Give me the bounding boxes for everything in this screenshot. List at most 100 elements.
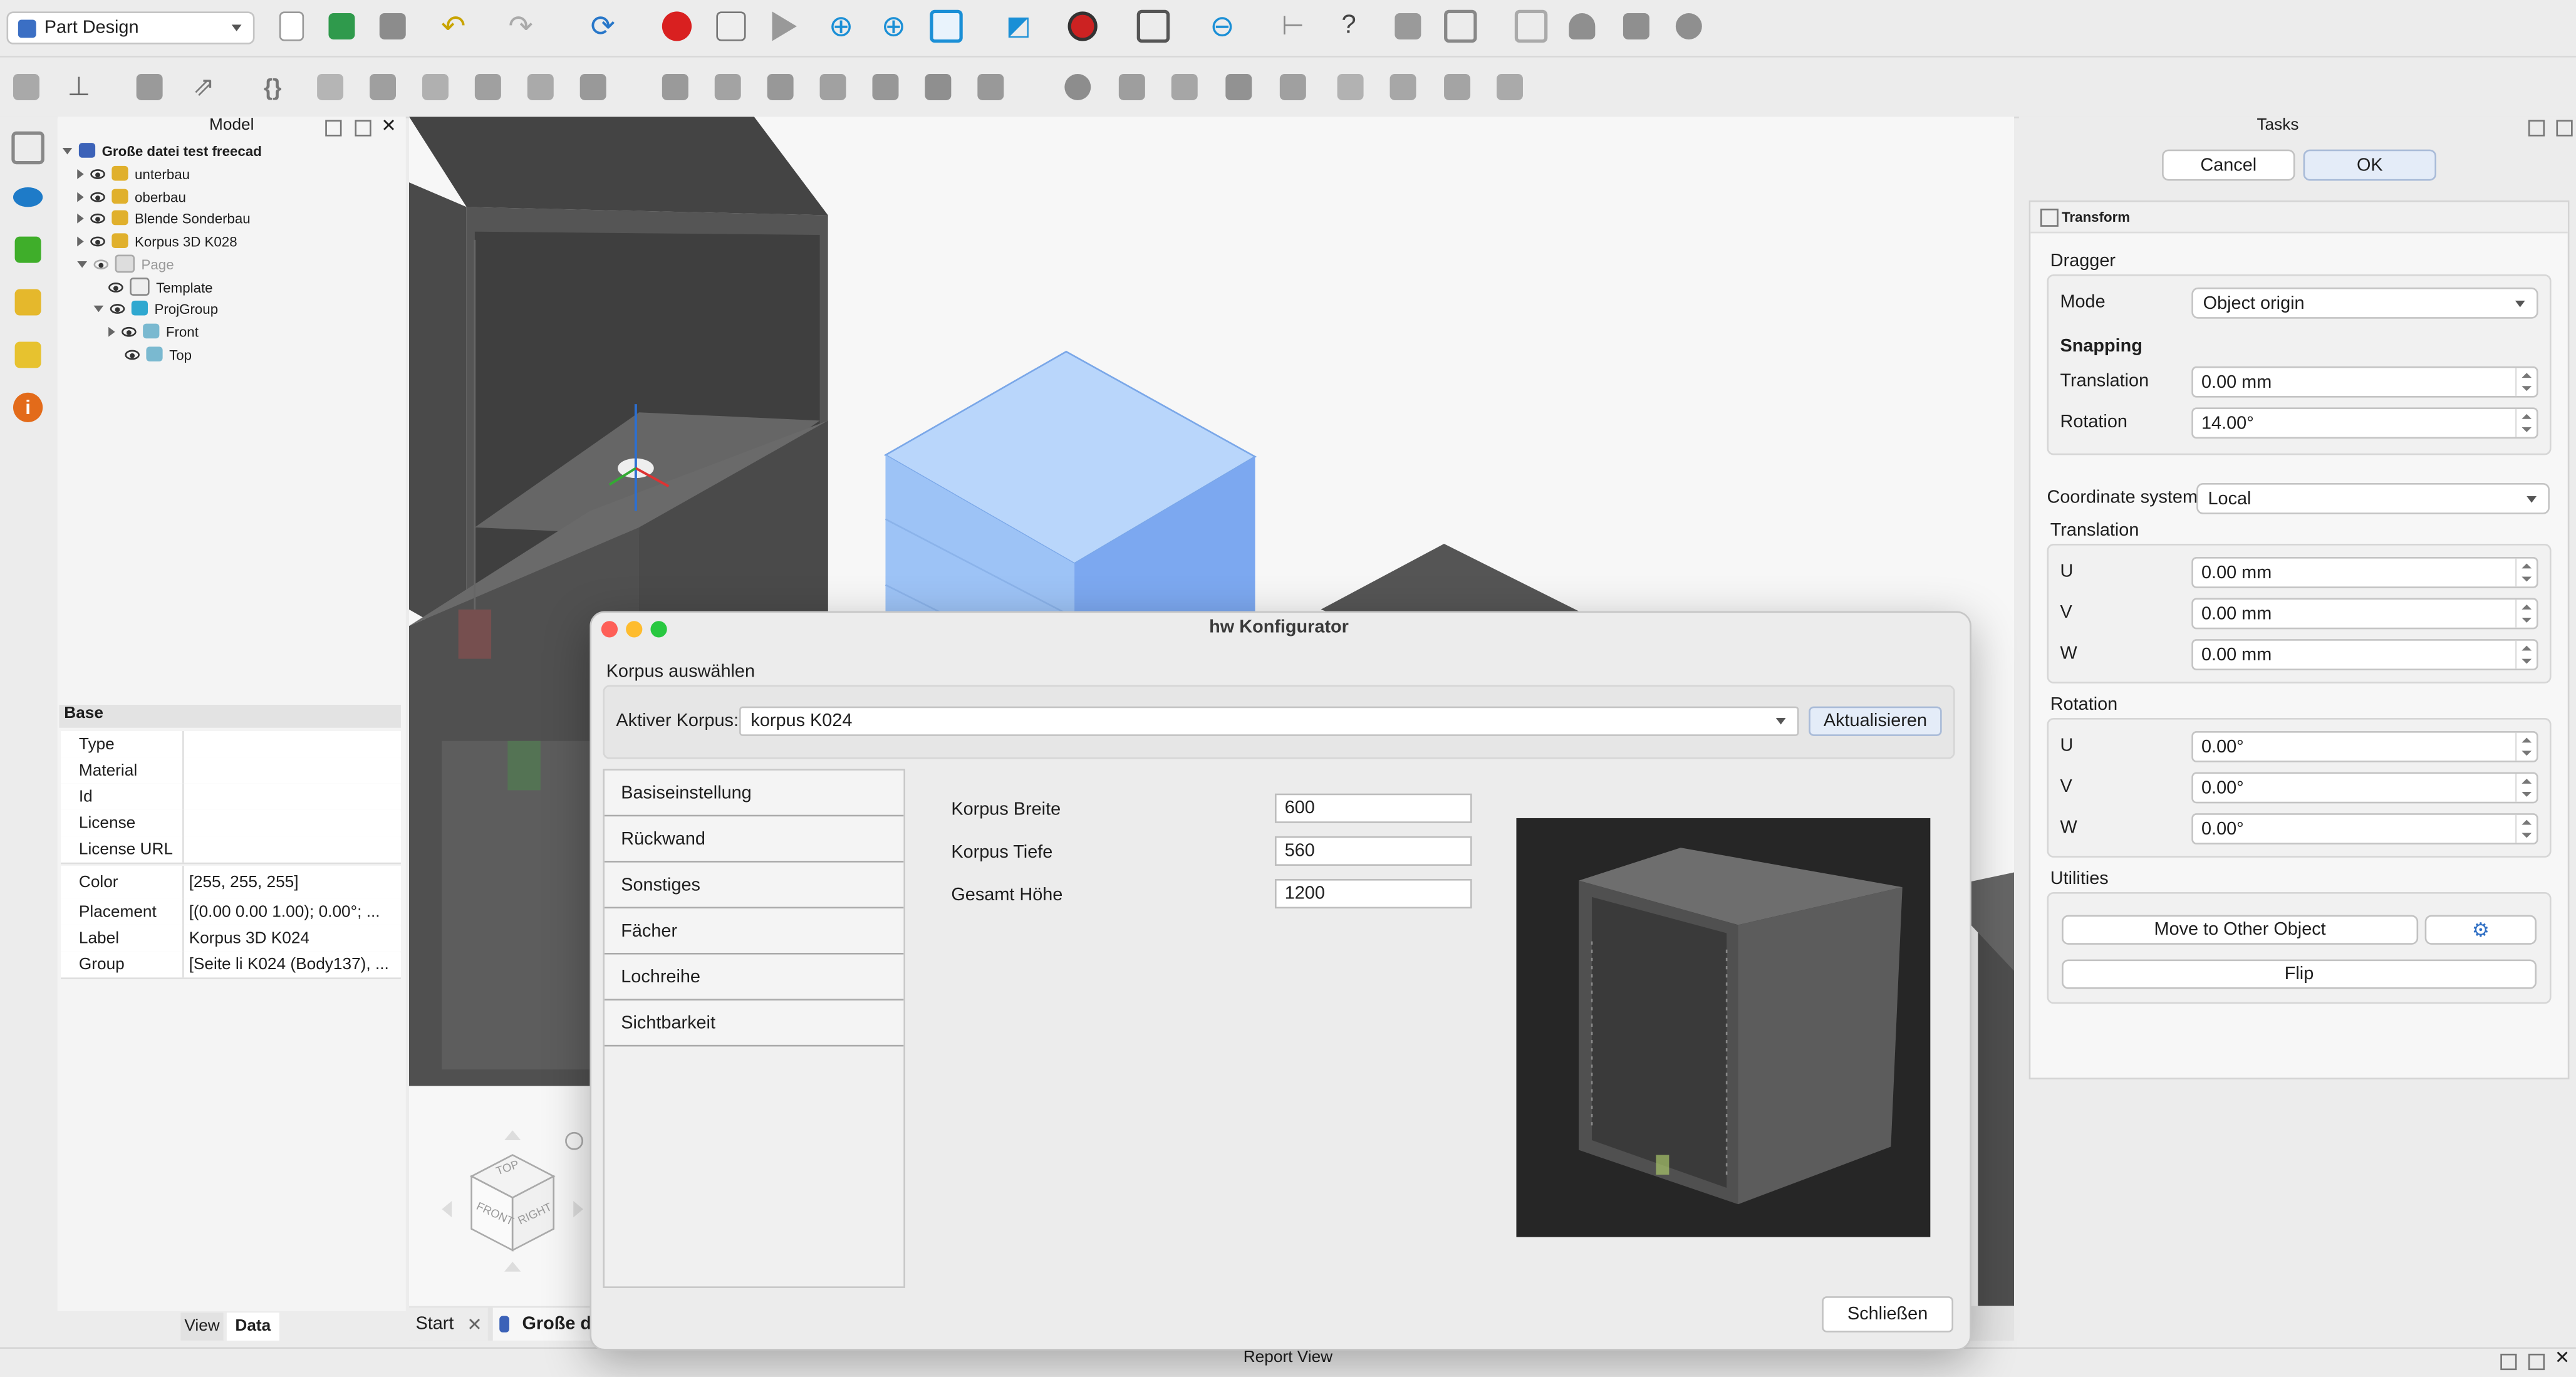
groove-icon[interactable] bbox=[1166, 69, 1203, 105]
measure-distance-icon[interactable]: ⊢ bbox=[1275, 8, 1311, 44]
refresh-icon[interactable]: ⟳ bbox=[585, 8, 621, 44]
property-row[interactable]: Color [255, 255, 255] bbox=[61, 866, 401, 901]
property-value[interactable]: [(0.00 0.00 1.00); 0.00°; ... bbox=[184, 903, 380, 921]
fit-selection-icon[interactable]: ⊕ bbox=[876, 8, 912, 44]
measure-icon[interactable]: ◩ bbox=[1000, 8, 1037, 44]
run-macro-icon[interactable] bbox=[766, 8, 802, 44]
tree-item-top[interactable]: Top bbox=[125, 343, 192, 365]
rotation-w-input[interactable]: 0.00° bbox=[2191, 813, 2538, 844]
additive-primitive-icon[interactable] bbox=[920, 69, 957, 105]
datum-icon[interactable]: ⊥ bbox=[61, 69, 97, 105]
rotation-v-input[interactable]: 0.00° bbox=[2191, 772, 2538, 804]
report-float-icon[interactable] bbox=[2528, 1353, 2545, 1371]
tree-item-projgroup[interactable]: ProjGroup bbox=[93, 298, 218, 319]
tree-item-page[interactable]: Page bbox=[77, 253, 174, 274]
tab-data[interactable]: Data bbox=[226, 1312, 279, 1341]
gesamt-hoehe-input[interactable]: 1200 bbox=[1274, 878, 1472, 909]
local-cs-icon[interactable] bbox=[575, 69, 611, 105]
property-row[interactable]: Placement [(0.00 0.00 1.00); 0.00°; ... bbox=[61, 898, 401, 927]
animal-icon[interactable] bbox=[1618, 8, 1654, 44]
hole-icon[interactable] bbox=[1114, 69, 1150, 105]
report-close-icon[interactable]: ✕ bbox=[2555, 1347, 2570, 1368]
undo-icon[interactable]: ↶ bbox=[435, 8, 472, 44]
redo-icon[interactable]: ↷ bbox=[502, 8, 539, 44]
settings-button[interactable]: ⚙ bbox=[2424, 915, 2537, 945]
dialog-tab[interactable]: Basiseinstellung bbox=[605, 770, 904, 817]
property-row[interactable]: Label Korpus 3D K024 bbox=[61, 925, 401, 953]
pocket-icon[interactable] bbox=[1059, 69, 1096, 105]
coordinate-system-select[interactable]: Local bbox=[2196, 482, 2550, 514]
translation-v-input[interactable]: 0.00 mm bbox=[2191, 598, 2538, 630]
macro-editor-icon[interactable] bbox=[713, 8, 749, 44]
info-icon[interactable]: i bbox=[10, 390, 46, 426]
save-icon[interactable] bbox=[375, 8, 411, 44]
clone-icon[interactable] bbox=[470, 69, 506, 105]
additive-box-icon[interactable] bbox=[972, 69, 1009, 105]
property-row[interactable]: Type bbox=[61, 730, 401, 759]
dialog-tab[interactable]: Sichtbarkeit bbox=[605, 1000, 904, 1047]
float-icon[interactable] bbox=[355, 120, 371, 137]
dock-icon[interactable] bbox=[325, 120, 342, 137]
property-row[interactable]: License URL bbox=[61, 836, 401, 865]
person-icon[interactable] bbox=[1564, 8, 1601, 44]
tree-item-korpus[interactable]: Korpus 3D K028 bbox=[77, 230, 237, 251]
property-row[interactable]: License bbox=[61, 809, 401, 838]
tree-item-unterbau[interactable]: unterbau bbox=[77, 163, 190, 184]
group-icon[interactable] bbox=[1513, 8, 1549, 44]
body-icon[interactable] bbox=[8, 69, 44, 105]
tasks-dock-icon[interactable] bbox=[2528, 120, 2545, 137]
revolution-icon[interactable] bbox=[710, 69, 746, 105]
pad-icon[interactable] bbox=[657, 69, 693, 105]
tree-item-blende[interactable]: Blende Sonderbau bbox=[77, 207, 251, 228]
whats-this-icon[interactable]: ? bbox=[1331, 8, 1367, 44]
tree-item-oberbau[interactable]: oberbau bbox=[77, 185, 186, 207]
part-icon[interactable] bbox=[1390, 8, 1426, 44]
subshape-icon[interactable] bbox=[417, 69, 454, 105]
tree-item-template[interactable]: Template bbox=[108, 276, 213, 298]
tasks-float-icon[interactable] bbox=[2556, 120, 2573, 137]
report-dock-icon[interactable] bbox=[2500, 1353, 2517, 1371]
aktualisieren-button[interactable]: Aktualisieren bbox=[1809, 706, 1942, 736]
zoom-icon[interactable]: ⊖ bbox=[1204, 8, 1240, 44]
chamfer-icon[interactable] bbox=[1385, 69, 1421, 105]
property-value[interactable]: [255, 255, 255] bbox=[184, 873, 299, 891]
property-row[interactable]: Id bbox=[61, 783, 401, 812]
mode-select[interactable]: Object origin bbox=[2191, 287, 2538, 319]
view-icon[interactable] bbox=[10, 179, 46, 216]
korpus-preview[interactable] bbox=[1516, 818, 1931, 1237]
bounding-box-icon[interactable] bbox=[1135, 8, 1171, 44]
tab-document[interactable]: Große d bbox=[492, 1307, 592, 1341]
tab-start[interactable]: Start ✕ bbox=[408, 1307, 488, 1341]
fillet-icon[interactable] bbox=[1332, 69, 1369, 105]
subtractive-pipe-icon[interactable] bbox=[1275, 69, 1311, 105]
property-row[interactable]: Material bbox=[61, 757, 401, 786]
thumb-icon[interactable] bbox=[10, 232, 46, 268]
expression-icon[interactable]: {} bbox=[254, 69, 291, 105]
tree-root[interactable]: Große datei test freecad bbox=[62, 140, 262, 161]
fit-all-icon[interactable]: ⊕ bbox=[823, 8, 860, 44]
draw-style-icon[interactable] bbox=[1064, 8, 1101, 44]
datum-plane-icon[interactable] bbox=[522, 69, 559, 105]
dialog-tab[interactable]: Lochreihe bbox=[605, 954, 904, 1001]
mirrored-icon[interactable] bbox=[1439, 69, 1475, 105]
ok-button[interactable]: OK bbox=[2303, 149, 2437, 181]
open-document-icon[interactable] bbox=[324, 8, 360, 44]
record-macro-icon[interactable] bbox=[659, 8, 695, 44]
navcube-menu-icon[interactable] bbox=[565, 1131, 583, 1150]
isometric-view-icon[interactable] bbox=[928, 8, 965, 44]
shape-binder-icon[interactable] bbox=[365, 69, 401, 105]
loft-icon[interactable] bbox=[762, 69, 799, 105]
spreadsheet-icon[interactable] bbox=[10, 337, 46, 373]
rotation-u-input[interactable]: 0.00° bbox=[2191, 730, 2538, 762]
cancel-button[interactable]: Cancel bbox=[2162, 149, 2295, 181]
flip-button[interactable]: Flip bbox=[2062, 959, 2537, 989]
link-icon[interactable] bbox=[1442, 8, 1478, 44]
dialog-tab[interactable]: Fächer bbox=[605, 908, 904, 955]
snap-translation-input[interactable]: 0.00 mm bbox=[2191, 366, 2538, 398]
close-icon[interactable]: ✕ bbox=[381, 115, 396, 136]
translation-u-input[interactable]: 0.00 mm bbox=[2191, 556, 2538, 588]
translation-w-input[interactable]: 0.00 mm bbox=[2191, 639, 2538, 670]
property-value[interactable]: [Seite li K024 (Body137), ... bbox=[184, 955, 389, 974]
box-icon[interactable] bbox=[10, 284, 46, 321]
multi-transform-icon[interactable] bbox=[1492, 69, 1528, 105]
